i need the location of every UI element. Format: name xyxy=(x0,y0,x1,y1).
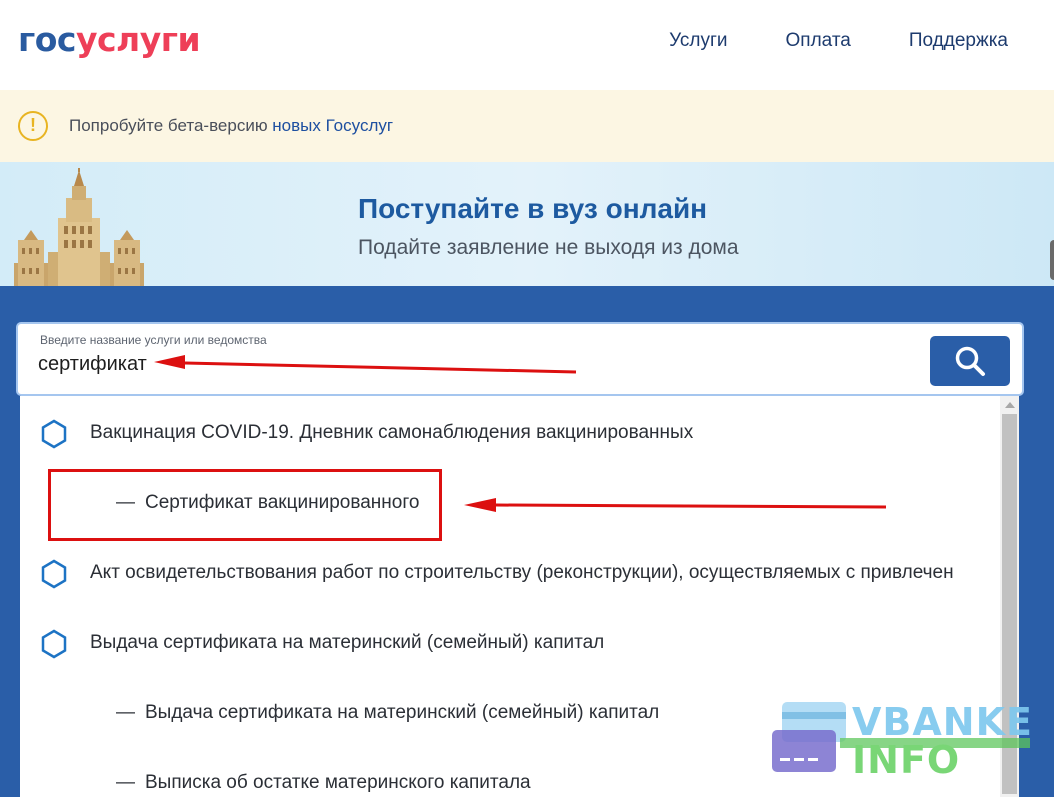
result-sub-text: — Сертификат вакцинированного xyxy=(116,492,420,513)
hexagon-icon xyxy=(41,629,67,659)
result-sub-item[interactable]: — Сертификат вакцинированного xyxy=(20,482,1000,522)
promo-subtitle: Подайте заявление не выходя из дома xyxy=(358,236,739,259)
result-item[interactable]: Акт освидетельствования работ по строите… xyxy=(20,552,1000,592)
search-button[interactable] xyxy=(930,336,1010,386)
scroll-up-arrow-icon[interactable] xyxy=(1005,402,1015,408)
beta-prefix: Попробуйте бета-версию xyxy=(69,116,273,135)
hexagon-icon xyxy=(41,559,67,589)
logo-part-2: услуги xyxy=(75,20,201,59)
nav-support[interactable]: Поддержка xyxy=(909,30,1008,52)
main-nav: Услуги Оплата Поддержка xyxy=(611,30,1008,52)
beta-text: Попробуйте бета-версию новых Госуслуг xyxy=(69,116,393,136)
result-sub-label: Сертификат вакцинированного xyxy=(145,492,420,513)
result-sub-text: — Выписка об остатке материнского капитал… xyxy=(116,772,531,793)
result-text: Вакцинация COVID-19. Дневник самонаблюде… xyxy=(90,422,694,443)
site-header: госуслуги Услуги Оплата Поддержка xyxy=(0,0,1054,90)
promo-title: Поступайте в вуз онлайн xyxy=(358,193,708,224)
beta-banner: ! Попробуйте бета-версию новых Госуслуг xyxy=(0,90,1054,162)
university-building-icon xyxy=(14,168,144,286)
carousel-next-handle[interactable] xyxy=(1050,240,1054,280)
result-sub-label: Выписка об остатке материнского капитала xyxy=(145,772,531,793)
watermark-line-2: INFO xyxy=(852,738,961,782)
promo-banner[interactable]: Поступайте в вуз онлайн Подайте заявлени… xyxy=(0,162,1054,286)
result-item[interactable]: Выдача сертификата на материнский (семей… xyxy=(20,622,1000,662)
nav-payment[interactable]: Оплата xyxy=(786,30,851,52)
hexagon-icon xyxy=(41,419,67,449)
search-input[interactable] xyxy=(38,349,858,379)
search-label: Введите название услуги или ведомства xyxy=(40,333,267,347)
result-sub-label: Выдача сертификата на материнский (семей… xyxy=(145,702,660,723)
search-icon xyxy=(955,346,985,376)
beta-link[interactable]: новых Госуслуг xyxy=(272,116,393,135)
logo-part-1: гос xyxy=(18,20,76,59)
gosuslugi-logo[interactable]: госуслуги xyxy=(18,20,201,59)
vbanke-watermark: VBANKE INFO xyxy=(770,700,1050,790)
result-text: Акт освидетельствования работ по строите… xyxy=(90,562,954,583)
result-sub-text: — Выдача сертификата на материнский (семе… xyxy=(116,702,660,723)
exclamation-icon: ! xyxy=(18,111,48,141)
search-box: Введите название услуги или ведомства xyxy=(16,322,1024,396)
nav-services[interactable]: Услуги xyxy=(669,30,727,52)
result-text: Выдача сертификата на материнский (семей… xyxy=(90,632,605,653)
result-item[interactable]: Вакцинация COVID-19. Дневник самонаблюде… xyxy=(20,412,1000,452)
